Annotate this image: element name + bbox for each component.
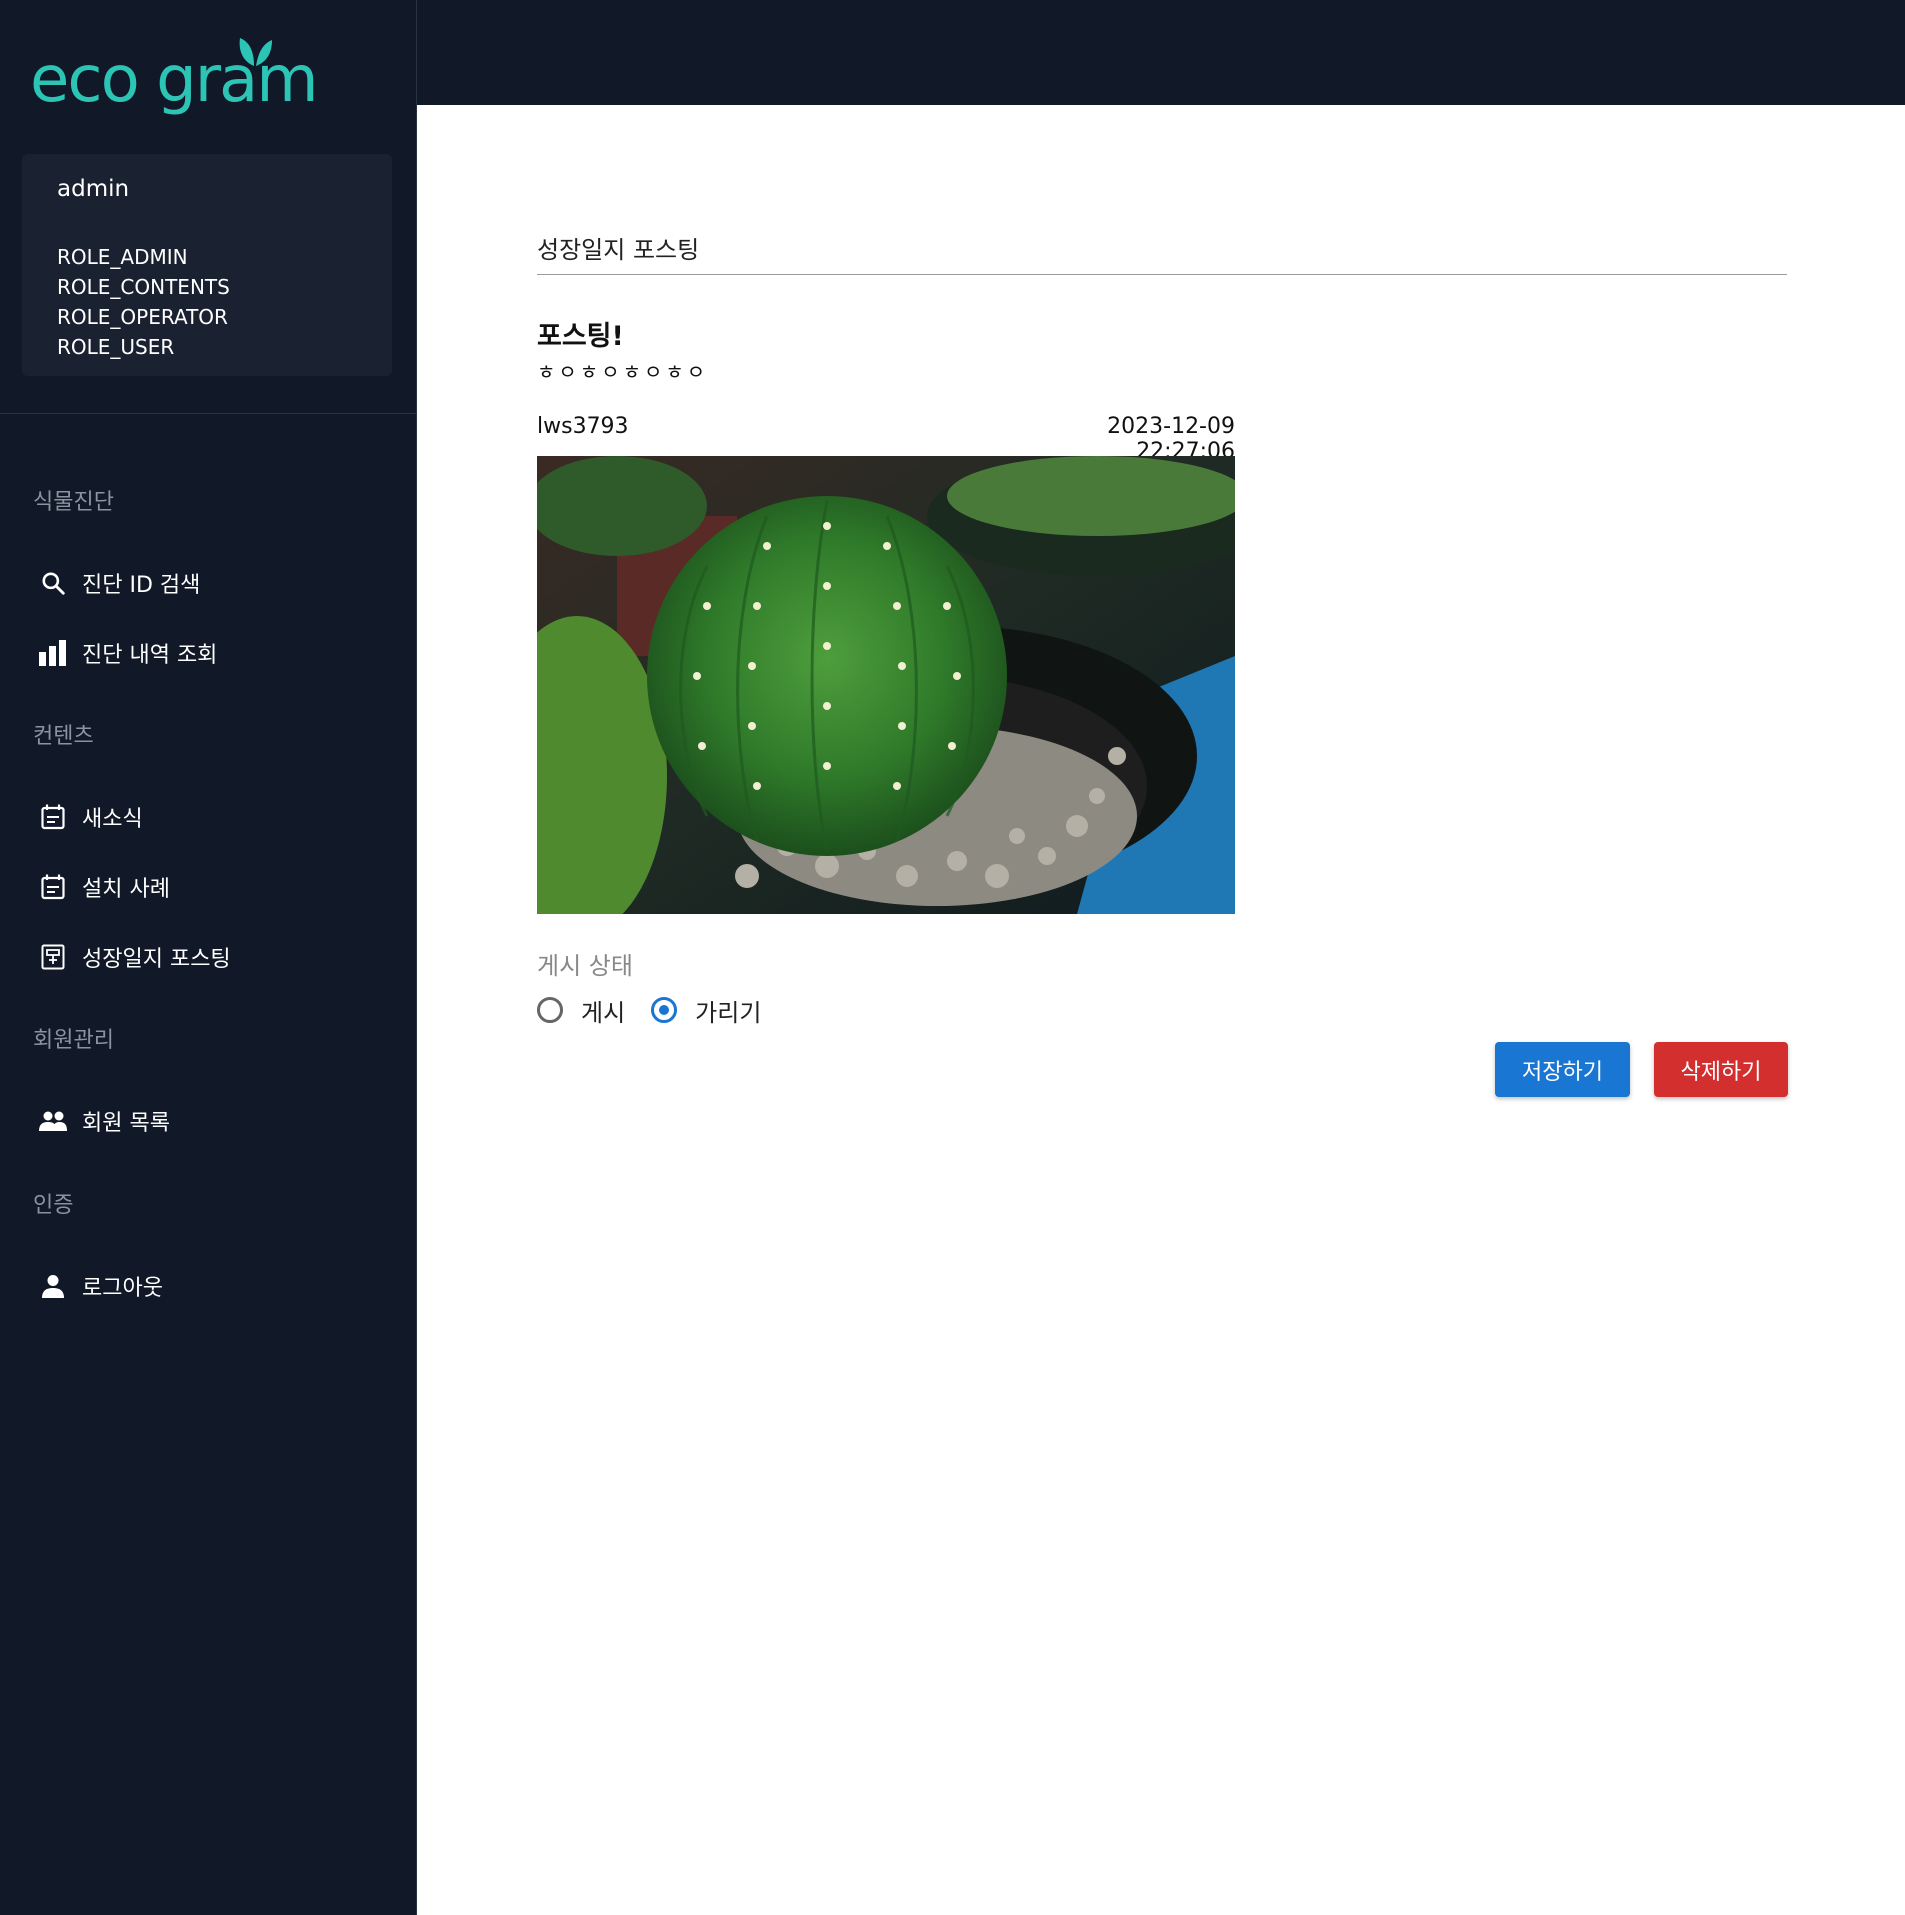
calendar-icon: [38, 802, 68, 832]
post-image: [537, 456, 1235, 914]
sidebar-item-member-list[interactable]: 회원 목록: [38, 1101, 170, 1141]
user-name: admin: [57, 176, 130, 202]
radio-publish[interactable]: [537, 997, 563, 1023]
save-button[interactable]: 저장하기: [1495, 1042, 1630, 1097]
sidebar: eco gram admin ROLE_ADMIN ROLE_CONTENTS …: [0, 0, 417, 1915]
radio-hide[interactable]: [651, 997, 678, 1023]
role-item: ROLE_OPERATOR: [57, 305, 228, 329]
sidebar-item-logout[interactable]: 로그아웃: [38, 1266, 163, 1306]
radio-publish-label[interactable]: 게시: [581, 993, 625, 1028]
sidebar-item-news[interactable]: 새소식: [38, 797, 143, 837]
sidebar-item-growth-posting[interactable]: 성장일지 포스팅: [38, 937, 231, 977]
delete-button[interactable]: 삭제하기: [1654, 1042, 1788, 1097]
role-list: ROLE_ADMIN ROLE_CONTENTS ROLE_OPERATOR R…: [57, 242, 230, 362]
top-app-bar: [417, 0, 1905, 105]
role-item: ROLE_ADMIN: [57, 245, 188, 269]
cactus-photo: [537, 456, 1235, 914]
bar-chart-icon: [38, 638, 68, 668]
sidebar-item-install-cases[interactable]: 설치 사례: [38, 867, 170, 907]
sidebar-item-diagnosis-search[interactable]: 진단 ID 검색: [38, 563, 200, 603]
status-radio-group: 게시 가리기: [537, 992, 787, 1028]
people-icon: [38, 1106, 68, 1136]
post-title: 포스팅!: [537, 321, 624, 352]
post-body: ㅎㅇㅎㅇㅎㅇㅎㅇ: [537, 360, 709, 384]
page-title: 성장일지 포스팅: [537, 236, 700, 264]
user-info-card: admin ROLE_ADMIN ROLE_CONTENTS ROLE_OPER…: [22, 154, 392, 376]
receipt-icon: [38, 942, 68, 972]
role-item: ROLE_USER: [57, 335, 175, 359]
sidebar-item-label: 설치 사례: [82, 877, 170, 902]
post-author: lws3793: [537, 414, 629, 439]
person-icon: [38, 1271, 68, 1301]
sidebar-item-label: 로그아웃: [82, 1276, 163, 1301]
section-label-auth: 인증: [33, 1193, 74, 1218]
logo[interactable]: eco gram: [30, 32, 319, 112]
section-label-members: 회원관리: [33, 1028, 114, 1053]
sidebar-item-label: 진단 내역 조회: [82, 643, 218, 668]
leaf-icon: [239, 38, 272, 66]
radio-hide-label[interactable]: 가리기: [695, 993, 761, 1028]
role-item: ROLE_CONTENTS: [57, 275, 230, 299]
sidebar-item-label: 새소식: [82, 807, 143, 832]
sidebar-item-label: 진단 ID 검색: [82, 573, 201, 598]
title-divider: [537, 274, 1787, 275]
sidebar-divider: [0, 413, 417, 414]
sidebar-item-label: 회원 목록: [82, 1111, 170, 1136]
status-label: 게시 상태: [537, 952, 633, 980]
calendar-icon: [38, 872, 68, 902]
sidebar-item-diagnosis-history[interactable]: 진단 내역 조회: [38, 633, 217, 673]
section-label-diagnosis: 식물진단: [33, 490, 114, 515]
search-icon: [38, 568, 68, 598]
sidebar-item-label: 성장일지 포스팅: [82, 947, 231, 972]
section-label-contents: 컨텐츠: [33, 724, 94, 749]
